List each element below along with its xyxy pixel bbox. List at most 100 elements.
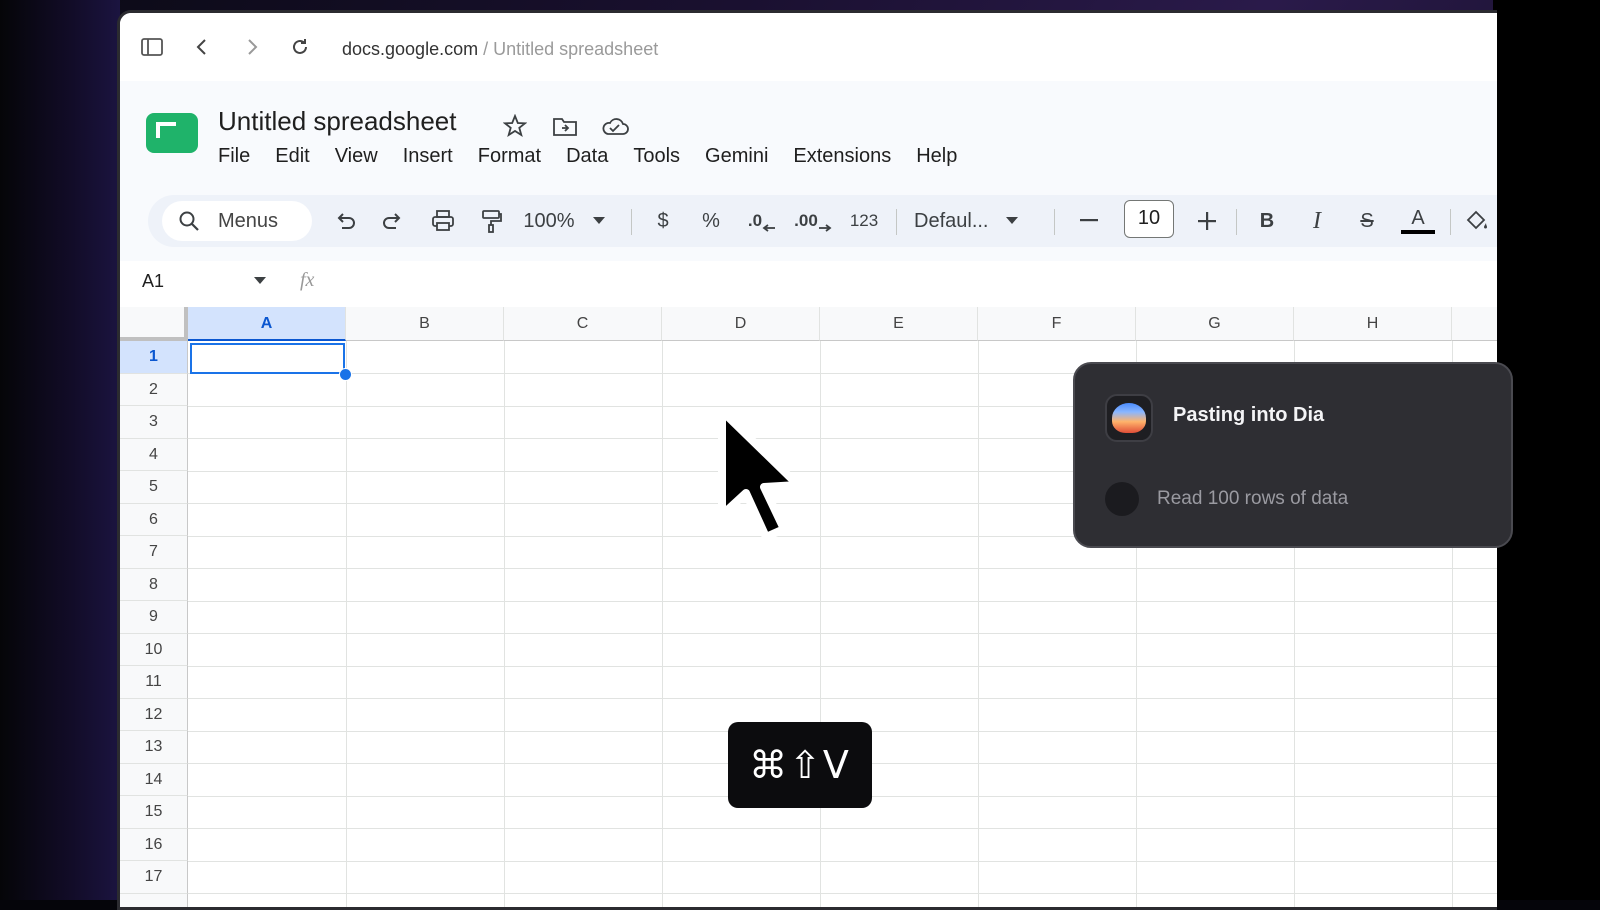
- increase-font-size-button[interactable]: [1192, 207, 1222, 235]
- menu-file[interactable]: File: [218, 145, 250, 168]
- menu-edit[interactable]: Edit: [275, 145, 309, 168]
- menu-gemini[interactable]: Gemini: [705, 145, 768, 168]
- minus-icon: [1080, 219, 1098, 223]
- url-field[interactable]: docs.google.com / Untitled spreadsheet: [342, 39, 658, 60]
- fx-icon: fx: [300, 269, 314, 292]
- dia-paste-toast: Pasting into Dia Read 100 rows of data: [1073, 362, 1513, 548]
- column-header-f[interactable]: F: [978, 307, 1136, 341]
- row-header-17[interactable]: 17: [120, 861, 188, 894]
- column-header-h[interactable]: H: [1294, 307, 1452, 341]
- column-header-e[interactable]: E: [820, 307, 978, 341]
- search-icon: [178, 210, 200, 232]
- zoom-value: 100%: [523, 210, 574, 233]
- row-header-11[interactable]: 11: [120, 666, 188, 699]
- row-header-4[interactable]: 4: [120, 439, 188, 472]
- toolbar-area: Menus 100% $ % .0: [120, 181, 1497, 261]
- row-header-12[interactable]: 12: [120, 699, 188, 732]
- column-header-partial[interactable]: [1452, 307, 1497, 341]
- font-family-value: Defaul...: [914, 210, 988, 233]
- increase-decimal-button[interactable]: .00: [791, 207, 835, 235]
- mouse-cursor-icon: [714, 405, 814, 545]
- row-header-2[interactable]: 2: [120, 374, 188, 407]
- grid-column-line: [662, 341, 663, 910]
- undo-icon[interactable]: [330, 207, 360, 235]
- grid-column-line: [978, 341, 979, 910]
- menu-search-label: Menus: [218, 210, 278, 233]
- grid-row-line: [188, 828, 1497, 829]
- column-header-d[interactable]: D: [662, 307, 820, 341]
- decrease-font-size-button[interactable]: [1074, 207, 1104, 235]
- row-header-3[interactable]: 3: [120, 406, 188, 439]
- cloud-status-icon[interactable]: [600, 111, 630, 141]
- toolbar-divider: [896, 209, 897, 235]
- row-header-8[interactable]: 8: [120, 569, 188, 602]
- star-icon[interactable]: [500, 111, 530, 141]
- column-header-b[interactable]: B: [346, 307, 504, 341]
- column-header-a[interactable]: A: [188, 307, 346, 341]
- italic-button[interactable]: I: [1302, 207, 1332, 235]
- grid-row-line: [188, 601, 1497, 602]
- zoom-select[interactable]: 100%: [514, 207, 614, 235]
- strikethrough-button[interactable]: S: [1352, 207, 1382, 235]
- desktop-edge: [0, 0, 120, 900]
- column-header-c[interactable]: C: [504, 307, 662, 341]
- number-format-button[interactable]: 123: [844, 207, 884, 235]
- grid-column-line: [504, 341, 505, 910]
- text-color-swatch: [1401, 230, 1435, 234]
- back-icon[interactable]: [188, 33, 216, 61]
- row-header-1[interactable]: 1: [120, 341, 188, 374]
- sheets-header: Untitled spreadsheet File Edit View Inse…: [120, 81, 1497, 181]
- reload-icon[interactable]: [286, 33, 314, 61]
- row-header-18[interactable]: [120, 894, 188, 910]
- logo-glyph-stem: [156, 122, 160, 138]
- row-header-9[interactable]: 9: [120, 601, 188, 634]
- url-page: Untitled spreadsheet: [493, 39, 658, 59]
- select-all-corner[interactable]: [120, 307, 188, 341]
- document-title[interactable]: Untitled spreadsheet: [218, 106, 456, 137]
- row-header-6[interactable]: 6: [120, 504, 188, 537]
- menu-data[interactable]: Data: [566, 145, 608, 168]
- row-header-7[interactable]: 7: [120, 536, 188, 569]
- currency-format-button[interactable]: $: [648, 207, 678, 235]
- plus-icon: [1198, 212, 1216, 230]
- text-color-button[interactable]: A: [1398, 207, 1438, 235]
- cell-reference: A1: [142, 271, 164, 291]
- paint-format-icon[interactable]: [476, 207, 506, 235]
- grid-row-line: [188, 568, 1497, 569]
- sidebar-toggle-icon[interactable]: [138, 33, 166, 61]
- menu-search[interactable]: Menus: [162, 201, 312, 241]
- row-header-15[interactable]: 15: [120, 796, 188, 829]
- column-header-g[interactable]: G: [1136, 307, 1294, 341]
- menu-extensions[interactable]: Extensions: [793, 145, 891, 168]
- font-size-input[interactable]: 10: [1124, 200, 1174, 238]
- print-icon[interactable]: [428, 207, 458, 235]
- formula-bar: A1 fx: [120, 261, 1497, 308]
- arrow-left-icon: [762, 223, 776, 233]
- toolbar-divider: [1450, 209, 1451, 235]
- row-header-10[interactable]: 10: [120, 634, 188, 667]
- decrease-decimal-button[interactable]: .0: [742, 207, 782, 235]
- row-header-16[interactable]: 16: [120, 829, 188, 862]
- chevron-down-icon: [593, 217, 605, 225]
- move-folder-icon[interactable]: [550, 111, 580, 141]
- name-box[interactable]: A1: [142, 271, 164, 292]
- row-header-14[interactable]: 14: [120, 764, 188, 797]
- toast-title: Pasting into Dia: [1173, 404, 1324, 427]
- redo-icon[interactable]: [378, 207, 408, 235]
- chevron-down-icon: [254, 277, 266, 285]
- percent-format-button[interactable]: %: [696, 207, 726, 235]
- menu-view[interactable]: View: [335, 145, 378, 168]
- fill-handle[interactable]: [339, 368, 352, 381]
- menu-insert[interactable]: Insert: [403, 145, 453, 168]
- menu-tools[interactable]: Tools: [633, 145, 680, 168]
- menu-help[interactable]: Help: [916, 145, 957, 168]
- sheets-logo[interactable]: [146, 113, 198, 153]
- forward-icon[interactable]: [238, 33, 266, 61]
- row-header-13[interactable]: 13: [120, 731, 188, 764]
- fill-color-icon[interactable]: [1462, 207, 1492, 235]
- menu-format[interactable]: Format: [478, 145, 541, 168]
- font-family-select[interactable]: Defaul...: [914, 207, 1044, 235]
- row-header-5[interactable]: 5: [120, 471, 188, 504]
- selected-cell-a1[interactable]: [190, 343, 345, 374]
- bold-button[interactable]: B: [1252, 207, 1282, 235]
